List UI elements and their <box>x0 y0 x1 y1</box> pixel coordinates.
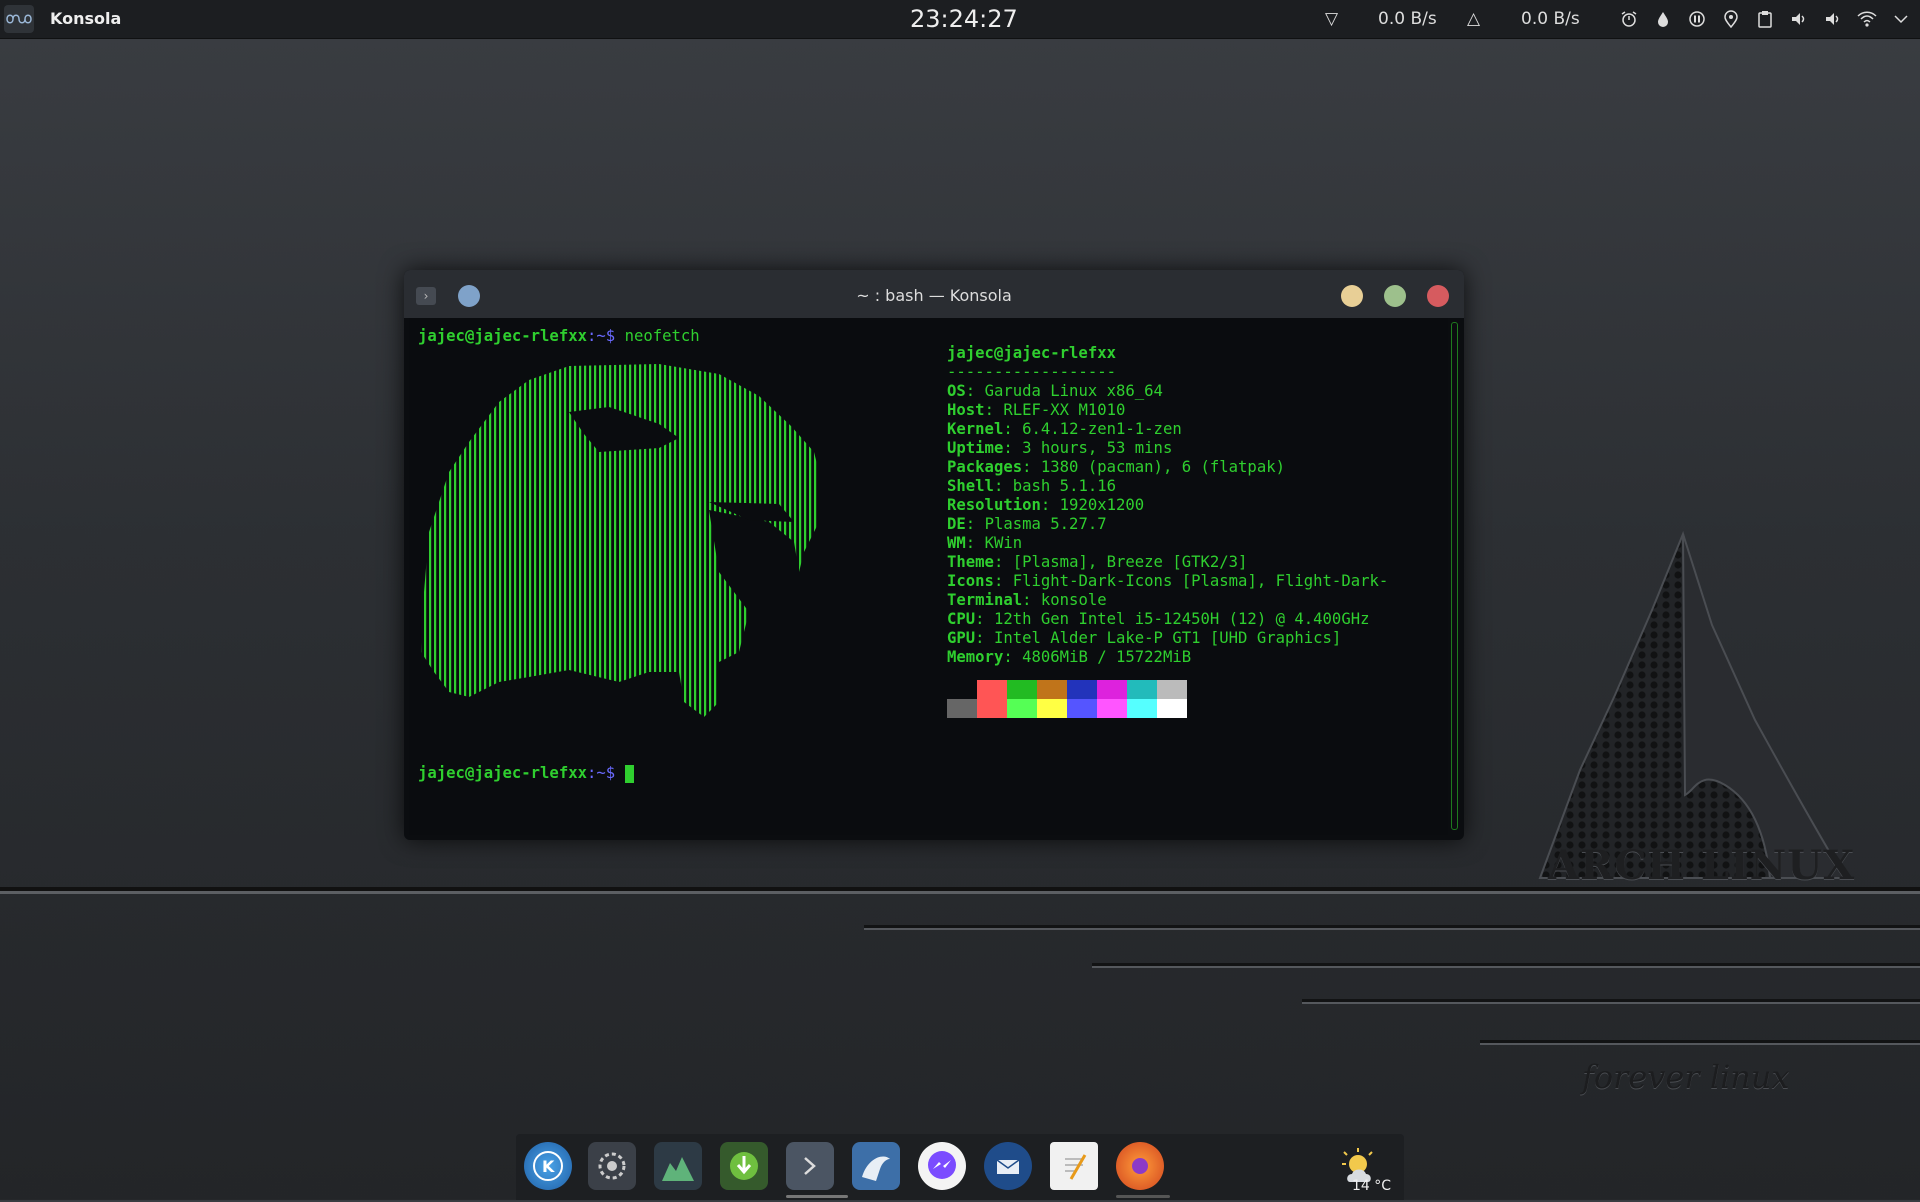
palette-swatch <box>947 680 977 699</box>
info-resolution: Resolution: 1920x1200 <box>947 496 1145 514</box>
system-tray <box>1618 8 1912 30</box>
window-title: ~ : bash — Konsola <box>856 286 1012 305</box>
prompt-symbol: $ <box>605 327 625 345</box>
svg-text:K: K <box>542 1157 555 1176</box>
firefox-icon[interactable] <box>1116 1142 1164 1190</box>
info-gpu: GPU: Intel Alder Lake-P GT1 [UHD Graphic… <box>947 629 1342 647</box>
kde-launcher-icon[interactable]: K <box>524 1142 572 1190</box>
command-text: neofetch <box>624 327 700 345</box>
wallpaper-stripe <box>1480 1040 1920 1043</box>
alarm-icon[interactable] <box>1618 8 1640 30</box>
palette-swatch <box>1067 699 1097 718</box>
net-up-speed[interactable]: 0.0 B/s <box>1521 9 1580 29</box>
top-panel: Konsola 23:24:27 ▽ 0.0 B/s △ 0.0 B/s <box>0 0 1920 39</box>
palette-swatch <box>1157 699 1187 718</box>
palette-swatch <box>1097 699 1127 718</box>
info-os: OS: Garuda Linux x86_64 <box>947 382 1163 400</box>
net-up-arrow-icon: △ <box>1467 9 1481 29</box>
prompt-user: jajec@jajec-rlefxx <box>418 327 587 345</box>
palette-swatch <box>1127 699 1157 718</box>
settings-icon[interactable] <box>588 1142 636 1190</box>
wallpaper-stripe <box>864 925 1920 928</box>
close-button[interactable] <box>1427 285 1449 307</box>
text-cursor <box>624 764 634 783</box>
downloader-icon[interactable] <box>720 1142 768 1190</box>
info-header: jajec@jajec-rlefxx <box>947 344 1116 362</box>
terminal-icon[interactable] <box>786 1142 834 1190</box>
prompt-path: :~ <box>587 327 606 345</box>
wallpaper-stripe <box>1092 963 1920 966</box>
info-wm: WM: KWin <box>947 534 1023 552</box>
wifi-icon[interactable] <box>1856 8 1878 30</box>
text-editor-icon[interactable] <box>1050 1142 1098 1190</box>
wallpaper-forever-text: forever linux <box>1582 1058 1790 1096</box>
volume-alt-icon[interactable] <box>1822 8 1844 30</box>
info-memory: Memory: 4806MiB / 15722MiB <box>947 648 1192 666</box>
chevron-down-icon[interactable] <box>1890 8 1912 30</box>
konsole-window: › ~ : bash — Konsola jajec@jajec-rlefxx:… <box>404 270 1464 840</box>
prompt-user: jajec@jajec-rlefxx <box>418 764 587 782</box>
info-kernel: Kernel: 6.4.12-zen1-1-zen <box>947 420 1182 438</box>
command-line: jajec@jajec-rlefxx:~$ neofetch <box>418 327 700 345</box>
info-icons: Icons: Flight-Dark-Icons [Plasma], Fligh… <box>947 572 1389 590</box>
palette-swatch <box>1037 680 1067 699</box>
garuda-ascii-logo <box>421 364 819 717</box>
temperature: 14 °C <box>1352 1178 1392 1194</box>
palette-swatch <box>977 680 1007 699</box>
palette-swatch <box>977 699 1007 718</box>
info-host: Host: RLEF-XX M1010 <box>947 401 1126 419</box>
info-cpu: CPU: 12th Gen Intel i5-12450H (12) @ 4.4… <box>947 610 1370 628</box>
prompt-line: jajec@jajec-rlefxx:~$ <box>418 764 634 783</box>
wallpaper-stripe <box>1302 999 1920 1002</box>
info-theme: Theme: [Plasma], Breeze [GTK2/3] <box>947 553 1248 571</box>
minimize-button[interactable] <box>1341 285 1363 307</box>
palette-swatch <box>1067 680 1097 699</box>
terminal-area[interactable]: jajec@jajec-rlefxx:~$ neofetch jajec@jaj… <box>409 318 1448 835</box>
app-menu-icon[interactable] <box>4 5 34 33</box>
net-down-arrow-icon: ▽ <box>1325 9 1339 29</box>
arch-logo <box>1538 530 1847 879</box>
active-app-indicator <box>786 1195 848 1198</box>
palette-swatch <box>1127 680 1157 699</box>
info-packages: Packages: 1380 (pacman), 6 (flatpak) <box>947 458 1285 476</box>
info-terminal: Terminal: konsole <box>947 591 1107 609</box>
drop-icon[interactable] <box>1652 8 1674 30</box>
palette-swatch <box>1007 680 1037 699</box>
messenger-icon[interactable] <box>918 1142 966 1190</box>
prompt-symbol: $ <box>605 764 625 782</box>
wallpaper-arch-text: ARCH LINUX <box>1548 842 1856 889</box>
terminal-scrollbar[interactable] <box>1451 322 1458 830</box>
color-palette <box>947 680 1187 718</box>
palette-swatch <box>1037 699 1067 718</box>
thunderbird-icon[interactable] <box>984 1142 1032 1190</box>
window-titlebar[interactable]: › ~ : bash — Konsola <box>404 270 1464 318</box>
location-icon[interactable] <box>1720 8 1742 30</box>
net-down-speed[interactable]: 0.0 B/s <box>1378 9 1437 29</box>
running-app-indicator <box>1116 1195 1170 1198</box>
clipboard-icon[interactable] <box>1754 8 1776 30</box>
palette-swatch <box>1157 680 1187 699</box>
clock[interactable]: 23:24:27 <box>910 5 1018 33</box>
system-monitor-icon[interactable] <box>654 1142 702 1190</box>
dolphin-file-manager-icon[interactable] <box>852 1142 900 1190</box>
pause-icon[interactable] <box>1686 8 1708 30</box>
palette-swatch <box>1097 680 1127 699</box>
info-de: DE: Plasma 5.27.7 <box>947 515 1107 533</box>
bottom-dock: K 14 °C <box>516 1134 1404 1200</box>
active-app-name: Konsola <box>50 9 122 28</box>
volume-icon[interactable] <box>1788 8 1810 30</box>
info-separator: ------------------ <box>947 363 1116 381</box>
prompt-path: :~ <box>587 764 606 782</box>
info-shell: Shell: bash 5.1.16 <box>947 477 1117 495</box>
info-uptime: Uptime: 3 hours, 53 mins <box>947 439 1173 457</box>
maximize-button[interactable] <box>1384 285 1406 307</box>
palette-swatch <box>947 699 977 718</box>
palette-swatch <box>1007 699 1037 718</box>
